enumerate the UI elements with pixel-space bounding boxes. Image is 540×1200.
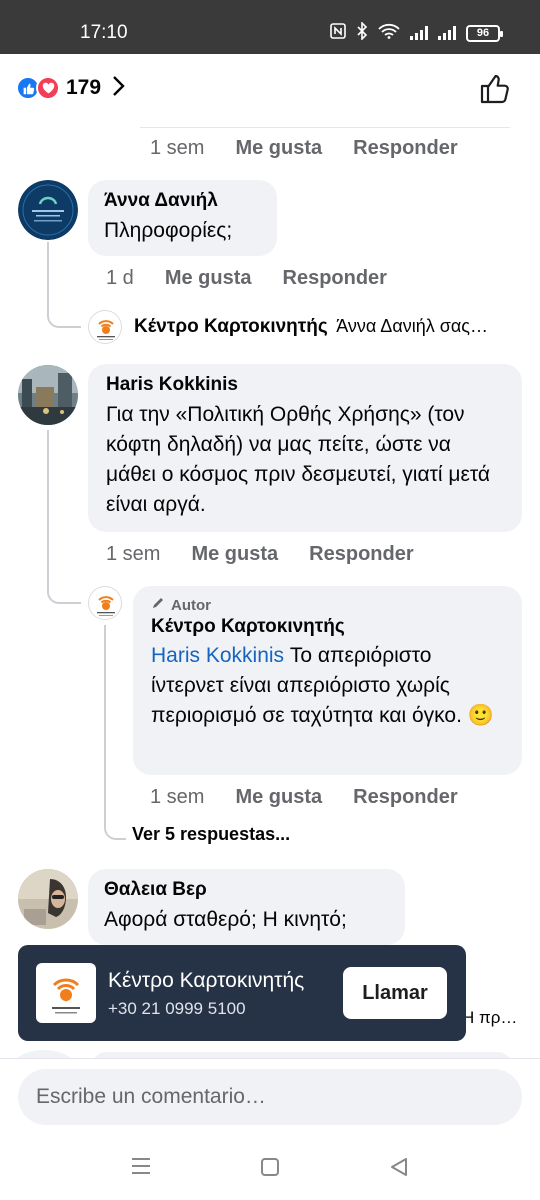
- comment-author[interactable]: Άννα Δανιήλ: [104, 190, 261, 212]
- thread-connector: [47, 490, 81, 604]
- reply-preview-author: Κέντρο Καρτοκινητής: [134, 316, 328, 337]
- author-badge-label: Autor: [171, 596, 211, 614]
- love-reaction-icon: [36, 76, 60, 100]
- comment-bubble[interactable]: Θαλεια Βερ Αφορά σταθερό; Η κινητό;: [88, 869, 405, 945]
- like-button-icon[interactable]: [478, 72, 512, 111]
- reaction-count: 179: [66, 76, 102, 99]
- reply-time: 1 sem: [150, 786, 205, 808]
- comment-author[interactable]: Haris Kokkinis: [106, 374, 504, 396]
- page-logo: [36, 963, 96, 1023]
- reply-preview[interactable]: Κέντρο Καρτοκινητής Άννα Δανιήλ σας…: [134, 316, 520, 338]
- reply-preview-text: Άννα Δανιήλ σας…: [336, 316, 488, 336]
- page-phone: +30 21 0999 5100: [108, 999, 246, 1018]
- status-icons: 96: [330, 21, 503, 44]
- comment-time: 1 d: [106, 267, 134, 289]
- avatar-anna[interactable]: [18, 180, 78, 240]
- author-badge: Autor: [151, 596, 504, 614]
- like-link[interactable]: Me gusta: [165, 267, 252, 290]
- reply-link[interactable]: Responder: [309, 543, 413, 566]
- home-icon[interactable]: [260, 1157, 280, 1182]
- call-button[interactable]: Llamar: [343, 967, 447, 1019]
- reply-link[interactable]: Responder: [283, 267, 387, 290]
- nfc-icon: [330, 23, 346, 43]
- back-icon[interactable]: [389, 1157, 409, 1182]
- hidden-comment-snippet: Η πρ…: [462, 1008, 518, 1027]
- chevron-right-icon: [111, 75, 125, 102]
- signal-icon-1: [410, 26, 428, 40]
- comment-input[interactable]: Escribe un comentario…: [18, 1069, 522, 1125]
- comment-time: 1 sem: [150, 137, 205, 159]
- comment-meta: 1 sem Me gusta Responder: [150, 137, 458, 160]
- page-logo-avatar[interactable]: [88, 586, 122, 620]
- mention-link[interactable]: Haris Kokkinis: [151, 644, 284, 667]
- comment-meta: 1 sem Me gusta Responder: [106, 543, 414, 566]
- view-more-replies[interactable]: Ver 5 respuestas...: [132, 824, 290, 845]
- comment-bubble[interactable]: Haris Kokkinis Για την «Πολιτική Ορθής Χ…: [88, 364, 522, 532]
- wifi-icon: [378, 23, 400, 43]
- status-time: 17:10: [80, 22, 128, 43]
- thread-connector: [47, 242, 81, 328]
- like-link[interactable]: Me gusta: [235, 786, 322, 809]
- reply-link[interactable]: Responder: [353, 137, 457, 160]
- page-logo-avatar[interactable]: [88, 310, 122, 344]
- comment-text: Αφορά σταθερό; Η κινητό;: [104, 908, 347, 931]
- signal-icon-2: [438, 26, 456, 40]
- comment-meta: 1 d Me gusta Responder: [106, 267, 387, 290]
- thread-line: [47, 430, 49, 490]
- status-bar: 17:10 96: [0, 0, 540, 54]
- comment-text: Για την «Πολιτική Ορθής Χρήσης» (τον κόφ…: [106, 403, 490, 516]
- reply-bubble[interactable]: Autor Κέντρο Καρτοκινητής Haris Kokkinis…: [133, 586, 522, 775]
- comment-text: Πληροφορίες;: [104, 219, 233, 242]
- call-card: Κέντρο Καρτοκινητής +30 21 0999 5100 Lla…: [18, 945, 466, 1041]
- like-link[interactable]: Me gusta: [235, 137, 322, 160]
- reactions-summary[interactable]: 179: [16, 70, 125, 106]
- reply-text: Haris Kokkinis Το απεριόριστο ίντερνετ ε…: [151, 641, 507, 731]
- comment-bubble[interactable]: Άννα Δανιήλ Πληροφορίες;: [88, 180, 277, 256]
- comment-composer: Escribe un comentario…: [0, 1058, 540, 1140]
- header-divider: [140, 127, 510, 128]
- system-nav-bar: [0, 1140, 540, 1200]
- page-name: Κέντρο Καρτοκινητής: [108, 969, 305, 992]
- battery-icon: 96: [466, 24, 503, 42]
- avatar-thaleia[interactable]: [18, 869, 78, 929]
- comment-author[interactable]: Θαλεια Βερ: [104, 879, 389, 901]
- reply-meta: 1 sem Me gusta Responder: [150, 786, 458, 809]
- reply-author[interactable]: Κέντρο Καρτοκινητής: [151, 616, 504, 638]
- comment-time: 1 sem: [106, 543, 161, 565]
- menu-icon[interactable]: [131, 1157, 151, 1180]
- like-link[interactable]: Me gusta: [191, 543, 278, 566]
- pencil-icon: [151, 596, 165, 614]
- avatar-haris[interactable]: [18, 365, 78, 425]
- reply-link[interactable]: Responder: [353, 786, 457, 809]
- thread-connector: [104, 625, 126, 840]
- bluetooth-icon: [356, 21, 368, 44]
